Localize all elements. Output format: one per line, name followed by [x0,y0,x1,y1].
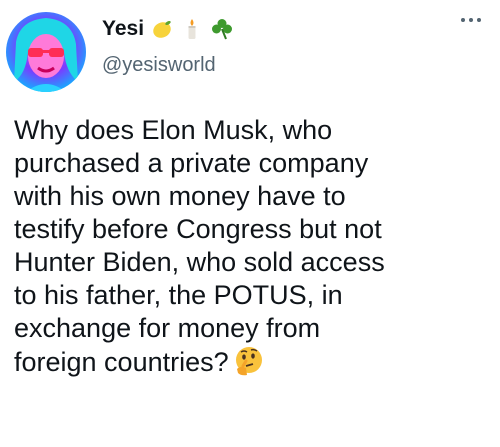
avatar[interactable] [6,12,86,92]
lemon-icon [150,17,174,41]
tweet-body: Why does Elon Musk, who purchased a priv… [14,114,498,379]
display-name-row: Yesi [102,16,234,42]
thinking-face-icon [233,345,265,377]
more-options-icon[interactable] [456,10,486,30]
tweet-text: Why does Elon Musk, who purchased a priv… [14,115,385,377]
tweet-card: Yesi @yesisworld Why does Elon Musk, who… [0,0,500,447]
author-info: Yesi @yesisworld [102,16,234,78]
candle-icon [180,17,204,41]
display-name[interactable]: Yesi [102,16,144,42]
user-handle[interactable]: @yesisworld [102,52,234,78]
shamrock-icon [210,17,234,41]
